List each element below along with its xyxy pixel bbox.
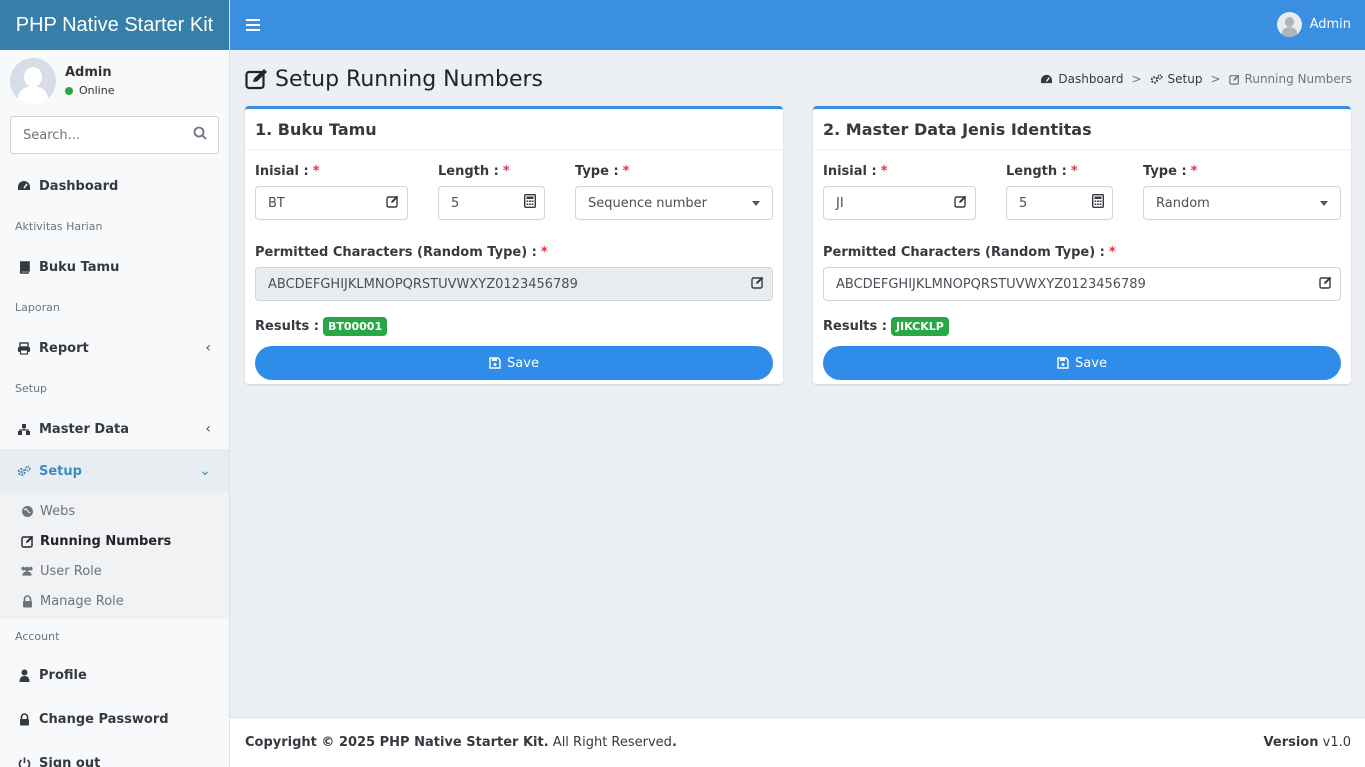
sidebar-item-report[interactable]: Report ‹	[0, 328, 229, 368]
lock-icon	[20, 594, 34, 608]
power-icon	[17, 757, 31, 767]
edit-icon	[20, 535, 34, 548]
sidebar-search	[10, 116, 219, 154]
breadcrumb-running-numbers: Running Numbers	[1244, 72, 1352, 86]
user-status: Online	[65, 84, 114, 97]
user-name[interactable]: Admin	[65, 65, 114, 80]
status-dot-icon	[65, 86, 73, 95]
permitted-characters-input[interactable]: ABCDEFGHIJKLMNOPQRSTUVWXYZ0123456789	[823, 267, 1341, 301]
save-button[interactable]: Save	[823, 346, 1341, 380]
dashboard-icon	[1040, 74, 1053, 85]
sidebar-nav: Dashboard Aktivitas Harian Buku Tamu Lap…	[0, 166, 229, 767]
sidebar-item-master-data[interactable]: Master Data ‹	[0, 409, 229, 449]
nav-header-account: Account	[15, 629, 60, 643]
result-badge: BT00001	[322, 317, 388, 336]
sidebar-item-change-password[interactable]: Change Password	[0, 697, 229, 741]
result-badge: JIKCKLP	[890, 317, 949, 336]
inisial-input[interactable]: JI	[823, 186, 976, 220]
edit-icon	[1228, 74, 1240, 85]
save-button[interactable]: Save	[255, 346, 773, 380]
permitted-characters-input: ABCDEFGHIJKLMNOPQRSTUVWXYZ0123456789	[255, 267, 773, 301]
sidebar-item-webs[interactable]: Webs	[0, 496, 229, 526]
brand-logo[interactable]: PHP Native Starter Kit	[0, 0, 229, 50]
edit-icon	[386, 195, 399, 212]
lock-icon	[17, 712, 31, 726]
users-icon	[20, 565, 34, 577]
calculator-icon	[523, 193, 537, 212]
globe-icon	[20, 505, 34, 518]
save-icon	[1057, 357, 1069, 369]
edit-icon	[1319, 276, 1332, 293]
page-title: Setup Running Numbers	[245, 67, 543, 92]
edit-icon	[751, 276, 764, 293]
top-user-name: Admin	[1309, 17, 1351, 32]
edit-icon	[954, 195, 967, 212]
chevron-down-icon: ⌄	[199, 463, 211, 479]
menu-toggle-icon[interactable]	[246, 19, 260, 31]
breadcrumb-setup[interactable]: Setup	[1168, 72, 1203, 86]
sidebar-item-sign-out[interactable]: Sign out	[0, 741, 229, 767]
sidebar-item-profile[interactable]: Profile	[0, 653, 229, 697]
inisial-input[interactable]: BT	[255, 186, 408, 220]
card-buku-tamu: 1. Buku Tamu Inisial : * BT Length : * 5 T…	[245, 106, 783, 384]
sidebar-item-manage-role[interactable]: Manage Role	[0, 586, 229, 616]
length-input[interactable]: 5	[1006, 186, 1113, 220]
print-icon	[17, 341, 31, 355]
type-select[interactable]: Sequence number	[575, 186, 773, 220]
user-icon	[17, 669, 31, 682]
chevron-left-icon: ‹	[205, 421, 211, 437]
dashboard-icon	[17, 180, 31, 192]
setup-submenu: Webs Running Numbers User Role Manage Ro…	[0, 493, 229, 619]
content-header: Setup Running Numbers Dashboard > Setup …	[245, 62, 1352, 96]
sidebar-item-user-role[interactable]: User Role	[0, 556, 229, 586]
results: Results : BT00001	[255, 317, 773, 336]
card-master-data-jenis-identitas: 2. Master Data Jenis Identitas Inisial :…	[813, 106, 1351, 384]
length-input[interactable]: 5	[438, 186, 545, 220]
search-icon[interactable]	[193, 126, 207, 144]
save-icon	[489, 357, 501, 369]
inisial-label: Inisial : *	[823, 163, 888, 179]
nav-header-aktivitas: Aktivitas Harian	[15, 220, 103, 233]
cogs-icon	[1150, 73, 1163, 85]
length-label: Length : *	[438, 163, 510, 179]
card-title: 2. Master Data Jenis Identitas	[813, 109, 1351, 150]
nav-header-setup: Setup	[15, 382, 48, 395]
permitted-label: Permitted Characters (Random Type) : *	[255, 244, 548, 260]
sidebar-item-buku-tamu[interactable]: Buku Tamu	[0, 247, 229, 287]
sitemap-icon	[17, 423, 31, 436]
dropdown-caret-icon	[752, 200, 760, 206]
user-panel: Admin Online	[0, 50, 229, 112]
type-label: Type : *	[575, 163, 630, 179]
avatar	[1276, 12, 1302, 37]
length-label: Length : *	[1006, 163, 1078, 179]
type-label: Type : *	[1143, 163, 1198, 179]
dropdown-caret-icon	[1320, 200, 1328, 206]
book-icon	[17, 260, 31, 274]
top-user-menu[interactable]: Admin	[1276, 12, 1351, 37]
breadcrumb: Dashboard > Setup > Running Numbers	[1040, 72, 1352, 86]
results: Results : JIKCKLP	[823, 317, 1341, 336]
chevron-left-icon: ‹	[205, 340, 211, 356]
sidebar: PHP Native Starter Kit Admin Online Dash…	[0, 0, 230, 767]
top-navbar: Admin	[230, 0, 1365, 50]
version: Version v1.0	[1263, 735, 1351, 750]
copyright: Copyright © 2025 PHP Native Starter Kit.…	[245, 735, 677, 750]
card-title: 1. Buku Tamu	[245, 109, 783, 150]
cogs-icon	[17, 465, 31, 478]
calculator-icon	[1091, 193, 1105, 212]
nav-header-laporan: Laporan	[15, 301, 60, 314]
edit-icon	[245, 68, 269, 90]
sidebar-item-dashboard[interactable]: Dashboard	[0, 166, 229, 206]
permitted-label: Permitted Characters (Random Type) : *	[823, 244, 1116, 260]
sidebar-item-running-numbers[interactable]: Running Numbers	[0, 526, 229, 556]
breadcrumb-dashboard[interactable]: Dashboard	[1058, 72, 1123, 86]
type-select[interactable]: Random	[1143, 186, 1341, 220]
footer: Copyright © 2025 PHP Native Starter Kit.…	[230, 717, 1365, 767]
inisial-label: Inisial : *	[255, 163, 320, 179]
sidebar-item-setup[interactable]: Setup ⌄	[0, 449, 229, 493]
search-input[interactable]	[23, 127, 193, 143]
avatar[interactable]	[10, 58, 56, 104]
